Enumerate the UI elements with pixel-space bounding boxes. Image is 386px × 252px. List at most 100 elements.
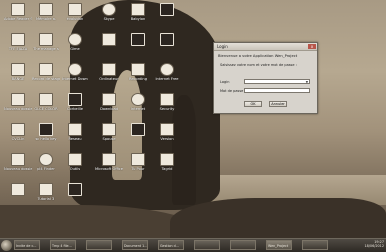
desktop-icon-label: CVCLin bbox=[11, 137, 25, 141]
system-tray[interactable]: 19:27 18/06/2012 bbox=[364, 240, 384, 248]
desktop-icon-label: Skype bbox=[103, 17, 115, 21]
desktop-icon[interactable]: TFE EJAZA bbox=[4, 33, 32, 61]
ok-button[interactable]: OK bbox=[244, 101, 262, 107]
desktop-icon[interactable]: Adobe Reader 9 bbox=[4, 3, 32, 31]
desktop-icon-label: Tutorial 3 bbox=[37, 197, 55, 201]
desktop-shortcut-icon bbox=[39, 63, 53, 76]
welcome-text: Bienvenue a votre Application Wen_Projec… bbox=[218, 54, 298, 58]
desktop-icon[interactable]: Mémoire a. bbox=[32, 3, 60, 31]
desktop-icon[interactable]: BANGE bbox=[4, 63, 32, 91]
desktop-icon[interactable]: Tu Pour bbox=[124, 153, 152, 181]
desktop-shortcut-icon bbox=[131, 3, 145, 16]
desktop-icon[interactable]: Version bbox=[153, 123, 181, 151]
desktop-icon[interactable]: Ordinateur bbox=[95, 63, 123, 91]
login-dropdown[interactable]: ▼ bbox=[244, 79, 310, 84]
desktop-icon-label: Recording bbox=[129, 77, 147, 81]
taskbar-button[interactable]: Wen_Project bbox=[266, 240, 292, 250]
desktop-icon[interactable]: Internet Down bbox=[61, 63, 89, 91]
taskbar: Invite de c... Tmp 4 file... Document 1...… bbox=[0, 238, 386, 252]
login-label: Login bbox=[220, 80, 230, 84]
desktop-icon[interactable]: Skype bbox=[95, 3, 123, 31]
desktop-icon-label: Internet bbox=[130, 107, 146, 111]
desktop-icon[interactable]: évolution bbox=[61, 3, 89, 31]
desktop-icon-label: GLCE COLOR bbox=[34, 107, 58, 111]
desktop-icon[interactable]: GLCE COLOR bbox=[32, 93, 60, 121]
taskbar-button[interactable]: Document 1... bbox=[122, 240, 148, 250]
taskbar-button[interactable]: Gestion d... bbox=[158, 240, 184, 250]
desktop-icon[interactable]: Tagrid bbox=[153, 153, 181, 181]
desktop-icon[interactable] bbox=[153, 33, 181, 61]
desktop-icon[interactable]: sc hello key bbox=[32, 123, 60, 151]
desktop-icon[interactable] bbox=[4, 183, 32, 211]
chevron-down-icon: ▼ bbox=[305, 80, 308, 84]
desktop-icon-label: Ordinateur bbox=[99, 77, 119, 81]
desktop-shortcut-icon bbox=[11, 63, 25, 76]
desktop-icon[interactable]: Nouveau dossier bbox=[4, 153, 32, 181]
desktop-icon-label: Record de stage bbox=[32, 77, 60, 81]
dialog-title: Login bbox=[217, 44, 228, 49]
desktop-icon[interactable]: Security bbox=[153, 93, 181, 121]
password-field[interactable] bbox=[244, 88, 310, 93]
desktop-icon[interactable]: Download bbox=[95, 93, 123, 121]
desktop-icon-label: Outils bbox=[69, 167, 81, 171]
desktop-shortcut-icon bbox=[11, 93, 25, 106]
desktop-icon[interactable]: pl4 Finder bbox=[32, 153, 60, 181]
desktop-icon[interactable]: Spouse bbox=[95, 123, 123, 151]
desktop-shortcut-icon bbox=[131, 93, 145, 106]
desktop-shortcut-icon bbox=[160, 123, 174, 136]
desktop-icon[interactable]: Outils bbox=[61, 153, 89, 181]
desktop-icon[interactable]: Microsoft Office Word 2007 bbox=[95, 153, 123, 181]
desktop-icon[interactable]: Corbeille bbox=[61, 93, 89, 121]
desktop-icon[interactable] bbox=[153, 3, 181, 31]
desktop-icon-label: Tagrid bbox=[161, 167, 173, 171]
wallpaper-shore-right bbox=[170, 198, 386, 238]
start-button[interactable] bbox=[1, 240, 12, 251]
desktop-icon[interactable]: Nouveau dossier bbox=[4, 93, 32, 121]
desktop-shortcut-icon bbox=[131, 123, 145, 136]
desktop-shortcut-icon bbox=[11, 183, 25, 196]
desktop-icon[interactable]: Tutorial 3 bbox=[32, 183, 60, 211]
desktop-shortcut-icon bbox=[102, 33, 116, 46]
desktop-shortcut-icon bbox=[39, 93, 53, 106]
desktop-icon[interactable]: Gime bbox=[61, 33, 89, 61]
taskbar-button[interactable] bbox=[230, 240, 256, 250]
cancel-button[interactable]: Annuler bbox=[269, 101, 287, 107]
desktop-icon[interactable]: Internet bbox=[124, 93, 152, 121]
desktop-shortcut-icon bbox=[68, 183, 82, 196]
desktop-icon[interactable] bbox=[61, 183, 89, 211]
desktop-icon-label: Internet Free bbox=[155, 77, 179, 81]
taskbar-button[interactable]: Invite de c... bbox=[14, 240, 40, 250]
desktop-icon[interactable] bbox=[124, 33, 152, 61]
desktop-icon[interactable] bbox=[95, 33, 123, 61]
desktop-shortcut-icon bbox=[102, 93, 116, 106]
close-button[interactable]: x bbox=[308, 44, 316, 49]
desktop-icon-label: Security bbox=[159, 107, 175, 111]
desktop-icon[interactable]: Babylon bbox=[124, 3, 152, 31]
desktop-icon[interactable]: Reseau bbox=[61, 123, 89, 151]
taskbar-button[interactable] bbox=[86, 240, 112, 250]
desktop-icon[interactable]: Internet Free bbox=[153, 63, 181, 91]
dialog-titlebar[interactable]: Login x bbox=[214, 43, 317, 51]
desktop-shortcut-icon bbox=[68, 93, 82, 106]
taskbar-button[interactable]: Tmp 4 file... bbox=[50, 240, 76, 250]
desktop-icon-label: Gime bbox=[70, 47, 80, 51]
desktop-shortcut-icon bbox=[160, 63, 174, 76]
desktop-shortcut-icon bbox=[39, 33, 53, 46]
desktop-icon[interactable]: Recording bbox=[124, 63, 152, 91]
desktop-icon-label: Mémoire a. bbox=[35, 17, 57, 21]
desktop-icon[interactable]: The manage s bbox=[32, 33, 60, 61]
desktop-icon[interactable]: CVCLin bbox=[4, 123, 32, 151]
desktop-shortcut-icon bbox=[39, 153, 53, 166]
desktop-icon-label: Reseau bbox=[68, 137, 82, 141]
desktop-icon-label: BANGE bbox=[11, 77, 25, 81]
taskbar-button[interactable] bbox=[194, 240, 220, 250]
taskbar-button[interactable] bbox=[302, 240, 328, 250]
desktop-icon[interactable] bbox=[124, 123, 152, 151]
desktop-icon[interactable]: Record de stage bbox=[32, 63, 60, 91]
desktop-shortcut-icon bbox=[68, 33, 82, 46]
desktop-shortcut-icon bbox=[160, 33, 174, 46]
desktop-icon-label: The manage s bbox=[33, 47, 59, 51]
desktop-icon-label: Version bbox=[160, 137, 174, 141]
desktop-icon-label: pl4 Finder bbox=[37, 167, 55, 171]
desktop-shortcut-icon bbox=[102, 63, 116, 76]
